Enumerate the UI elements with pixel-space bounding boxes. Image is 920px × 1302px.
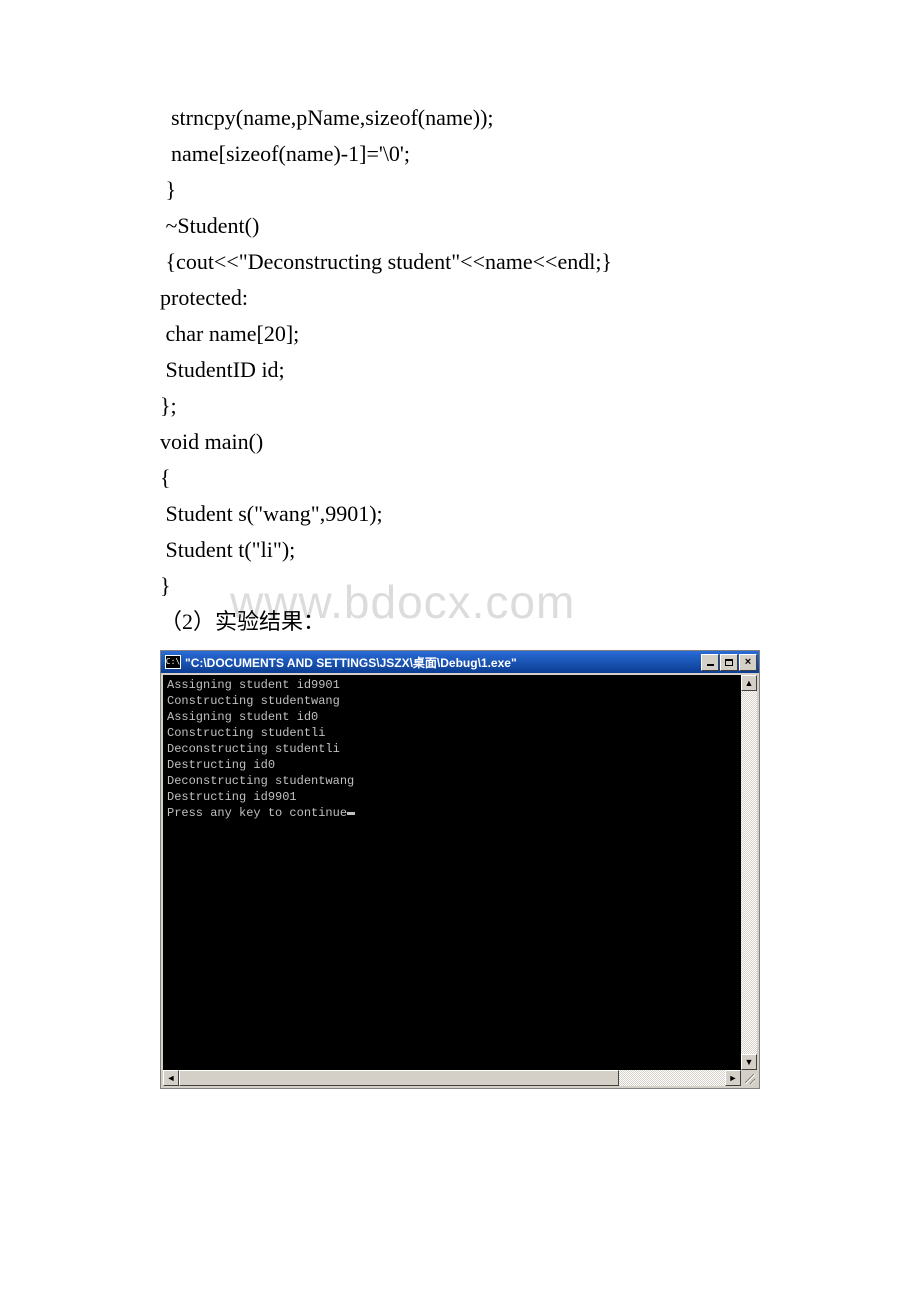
console-title: "C:\DOCUMENTS AND SETTINGS\JSZX\桌面\Debug… [185,654,701,671]
console-line: Destructing id0 [167,758,275,772]
code-line: }; [160,388,760,424]
code-line: Student s("wang",9901); [160,496,760,532]
code-line: char name[20]; [160,316,760,352]
scroll-thumb[interactable] [179,1070,619,1086]
scroll-up-button[interactable]: ▲ [741,675,757,691]
scroll-down-button[interactable]: ▼ [741,1054,757,1070]
scroll-left-button[interactable]: ◄ [163,1070,179,1086]
console-line: Constructing studentli [167,726,325,740]
code-line: {cout<<"Deconstructing student"<<name<<e… [160,244,760,280]
console-line: Constructing studentwang [167,694,340,708]
vertical-scrollbar[interactable]: ▲ ▼ [741,675,757,1070]
cmd-icon: C:\ [165,655,181,669]
code-line: protected: [160,280,760,316]
horizontal-scrollbar[interactable]: ◄ ► [163,1070,757,1086]
code-line: StudentID id; [160,352,760,388]
console-line: Deconstructing studentli [167,742,340,756]
code-line: strncpy(name,pName,sizeof(name)); [160,100,760,136]
code-line: Student t("li"); [160,532,760,568]
cursor-icon [347,812,355,815]
close-button[interactable]: × [739,654,757,671]
console-line: Assigning student id9901 [167,678,340,692]
code-line: } [160,568,760,604]
console-line: Destructing id9901 [167,790,297,804]
scroll-track[interactable] [619,1070,725,1086]
console-titlebar[interactable]: C:\ "C:\DOCUMENTS AND SETTINGS\JSZX\桌面\D… [161,651,759,673]
resize-grip-icon[interactable] [741,1070,757,1086]
code-line: } [160,172,760,208]
scroll-track[interactable] [741,691,757,1054]
console-line: Assigning student id0 [167,710,318,724]
console-output: Assigning student id9901 Constructing st… [163,675,741,1070]
code-line: { [160,460,760,496]
console-line: Press any key to continue [167,806,347,820]
maximize-button[interactable] [720,654,738,671]
code-line: ~Student() [160,208,760,244]
console-window: C:\ "C:\DOCUMENTS AND SETTINGS\JSZX\桌面\D… [160,650,760,1089]
console-line: Deconstructing studentwang [167,774,354,788]
code-line: void main() [160,424,760,460]
scroll-right-button[interactable]: ► [725,1070,741,1086]
minimize-button[interactable] [701,654,719,671]
section-label: （2）实验结果： [160,604,760,640]
code-line: name[sizeof(name)-1]='\0'; [160,136,760,172]
